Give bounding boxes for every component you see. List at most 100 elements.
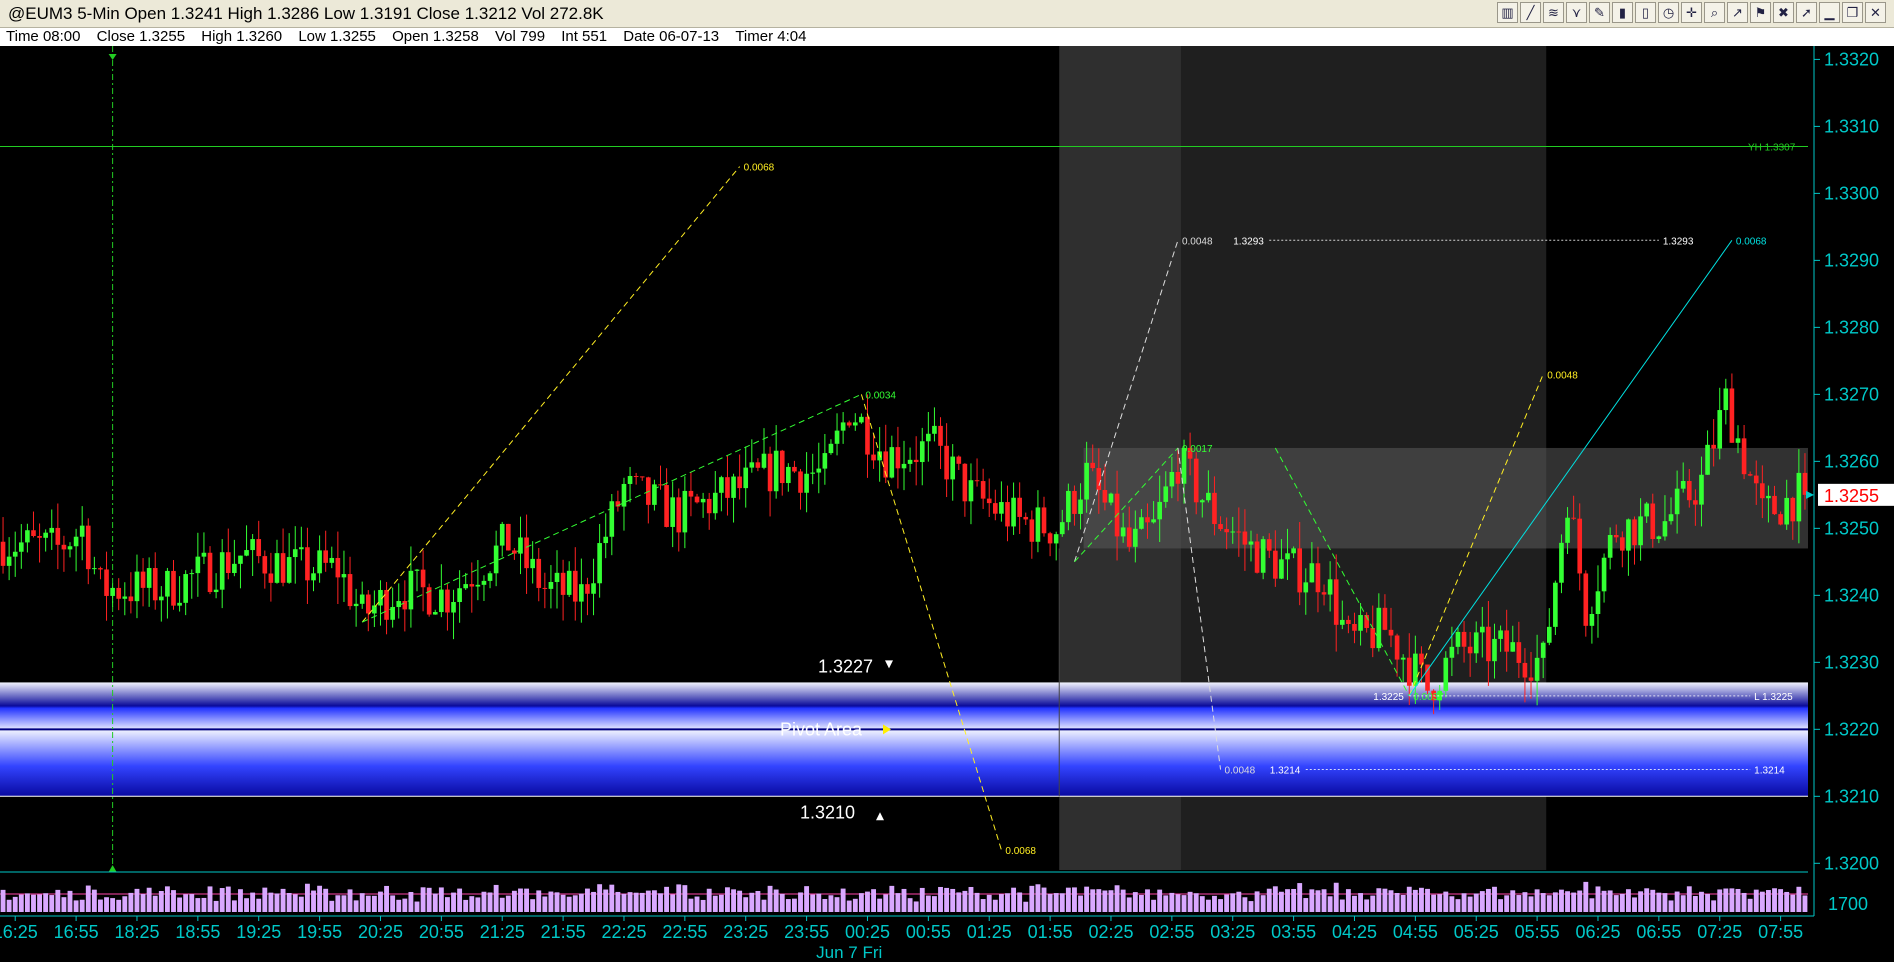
y-tick-label: 1.3270: [1824, 384, 1879, 404]
pitchfork-icon[interactable]: ⋎: [1566, 2, 1587, 23]
candle-body: [865, 416, 870, 455]
volume-bar: [518, 888, 523, 912]
volume-bar: [183, 894, 189, 912]
bar-chart-icon[interactable]: ▥: [1497, 2, 1518, 23]
volume-bar: [158, 890, 164, 912]
candle-body: [1461, 631, 1467, 647]
candle-body: [1473, 632, 1479, 654]
price-chart[interactable]: YH 1.3307 0.0068 0.0034 0.0068 0.0048 0.0017 0…: [0, 46, 1894, 962]
candle-body: [585, 584, 590, 594]
volume-bar: [1723, 888, 1729, 912]
candle-body: [1711, 444, 1716, 449]
volume-bar: [152, 895, 158, 912]
minimize-icon[interactable]: ▁: [1819, 2, 1840, 23]
volume-bar: [1485, 888, 1491, 912]
candle-body: [1504, 630, 1509, 652]
x-tick-label: 18:55: [175, 922, 220, 942]
volume-bar: [1345, 889, 1351, 912]
volume-bar: [1309, 889, 1315, 912]
volume-bar: [828, 895, 834, 912]
candle-body: [1047, 533, 1053, 544]
candle-body: [816, 468, 822, 473]
candle-body: [420, 569, 426, 588]
close-icon[interactable]: ✕: [1865, 2, 1886, 23]
candle-body: [1218, 524, 1223, 530]
current-price-arrow-icon: [1806, 490, 1814, 499]
x-tick-label: 19:25: [236, 922, 281, 942]
line-icon[interactable]: ╱: [1520, 2, 1541, 23]
candle-body: [621, 483, 627, 507]
candle-body: [1303, 582, 1309, 593]
x-tick-label: 16:55: [54, 922, 99, 942]
volume-bar: [1711, 900, 1717, 912]
candle-body: [1723, 388, 1729, 411]
candle-body: [1705, 444, 1710, 475]
candle-body: [889, 447, 895, 478]
candle-body: [31, 530, 36, 537]
volume-bar: [1796, 886, 1802, 912]
candle-body: [901, 463, 907, 469]
delete-icon[interactable]: ✖: [1773, 2, 1794, 23]
candle-body: [828, 443, 834, 454]
cursor-icon[interactable]: ➚: [1796, 2, 1817, 23]
x-tick-label: 02:55: [1149, 922, 1194, 942]
volume-bar: [524, 888, 530, 912]
candle-body: [1406, 657, 1412, 686]
volume-bar: [725, 887, 730, 912]
volume-bar: [998, 894, 1004, 912]
volume-bar: [487, 892, 493, 912]
zoom-icon[interactable]: ⌕: [1704, 2, 1725, 23]
candle-icon[interactable]: ▯: [1635, 2, 1656, 23]
x-tick-label: 07:25: [1697, 922, 1742, 942]
volume-bar: [1400, 895, 1406, 912]
bar-icon[interactable]: ▮: [1612, 2, 1633, 23]
volume-bar: [633, 892, 639, 912]
pencil-icon[interactable]: ✎: [1589, 2, 1610, 23]
candle-body: [1011, 497, 1016, 527]
candle-body: [1553, 582, 1558, 627]
volume-bar: [572, 895, 578, 912]
volume-bar: [895, 893, 901, 912]
volume-bar: [700, 899, 706, 912]
volume-bar: [1419, 887, 1424, 912]
fib-icon[interactable]: ≋: [1543, 2, 1564, 23]
volume-bar: [712, 895, 718, 912]
volume-bar: [1583, 881, 1589, 912]
candle-body: [1005, 502, 1010, 527]
volume-bar: [1443, 891, 1449, 912]
volume-bar: [1534, 889, 1540, 912]
volume-bar: [122, 896, 128, 912]
candle-body: [359, 594, 365, 604]
volume-bar: [341, 895, 347, 912]
volume-bar: [852, 898, 858, 912]
candle-body: [1370, 627, 1376, 649]
marker-icon[interactable]: ⚑: [1750, 2, 1771, 23]
volume-bar: [804, 886, 810, 912]
candle-body: [1078, 499, 1083, 514]
candle-body: [1327, 579, 1333, 595]
trend-icon[interactable]: ↗: [1727, 2, 1748, 23]
volume-bar: [883, 894, 889, 912]
info-open: Open 1.3258: [392, 28, 479, 45]
volume-bar: [457, 888, 463, 912]
volume-bar: [1254, 891, 1260, 912]
volume-bar: [664, 886, 670, 912]
candle-body: [712, 492, 718, 514]
volume-bar: [1473, 893, 1479, 912]
restore-icon[interactable]: ❐: [1842, 2, 1863, 23]
candle-body: [146, 568, 152, 588]
x-tick-label: 03:25: [1210, 922, 1255, 942]
candle-body: [219, 552, 225, 590]
volume-bar: [1565, 891, 1570, 912]
crosshair-icon[interactable]: ✛: [1681, 2, 1702, 23]
candle-body: [1528, 677, 1534, 681]
clock-icon[interactable]: ◷: [1658, 2, 1679, 23]
y-tick-label: 1.3240: [1824, 585, 1879, 605]
volume-bar: [651, 890, 657, 912]
candle-body: [548, 582, 554, 589]
volume-bar: [944, 887, 950, 912]
volume-bar: [1272, 886, 1278, 912]
candle-body: [177, 602, 182, 606]
candle-body: [859, 416, 864, 423]
candle-body: [664, 485, 669, 527]
